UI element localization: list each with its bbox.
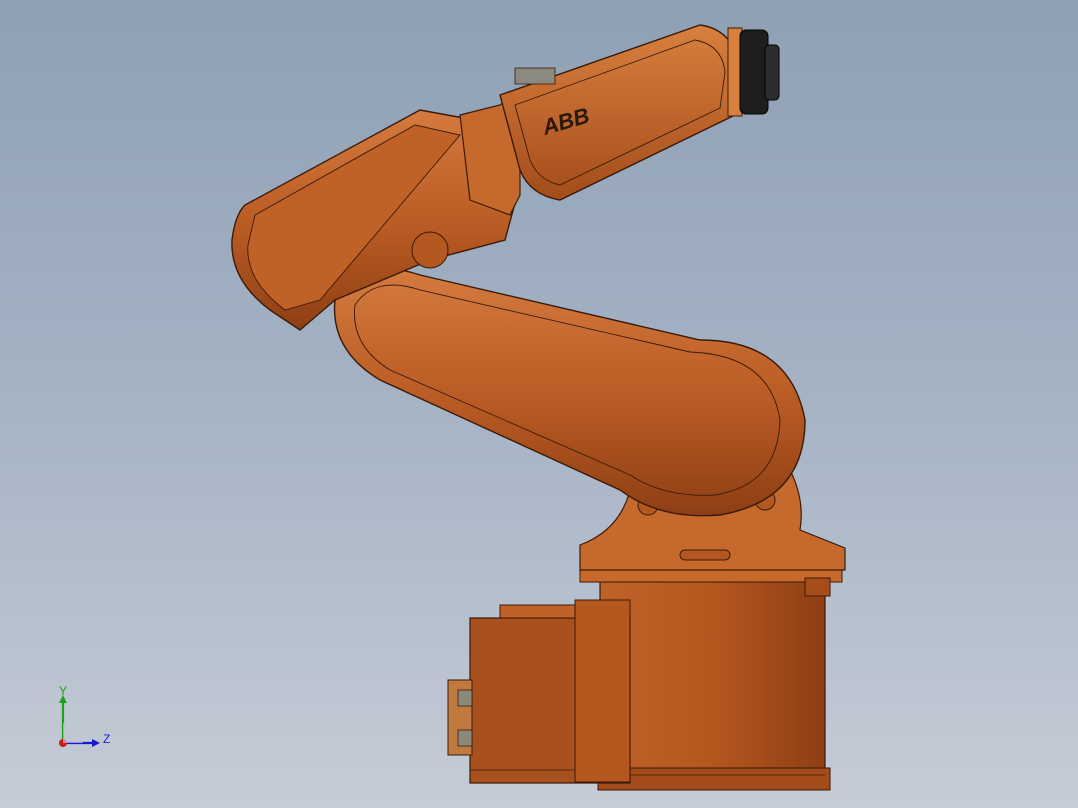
graphics-viewport[interactable]: ABB Y Z bbox=[0, 0, 1078, 808]
robot-model[interactable]: ABB bbox=[0, 0, 1078, 808]
triad-z-label: Z bbox=[103, 732, 110, 746]
base-motor-box bbox=[447, 599, 631, 784]
triad-y-label: Y bbox=[59, 685, 67, 698]
robot-lower-arm bbox=[333, 268, 806, 517]
coordinate-triad: Y Z bbox=[59, 685, 110, 747]
robot-wrist: ABB bbox=[459, 24, 741, 216]
robot-end-flange bbox=[727, 27, 780, 117]
